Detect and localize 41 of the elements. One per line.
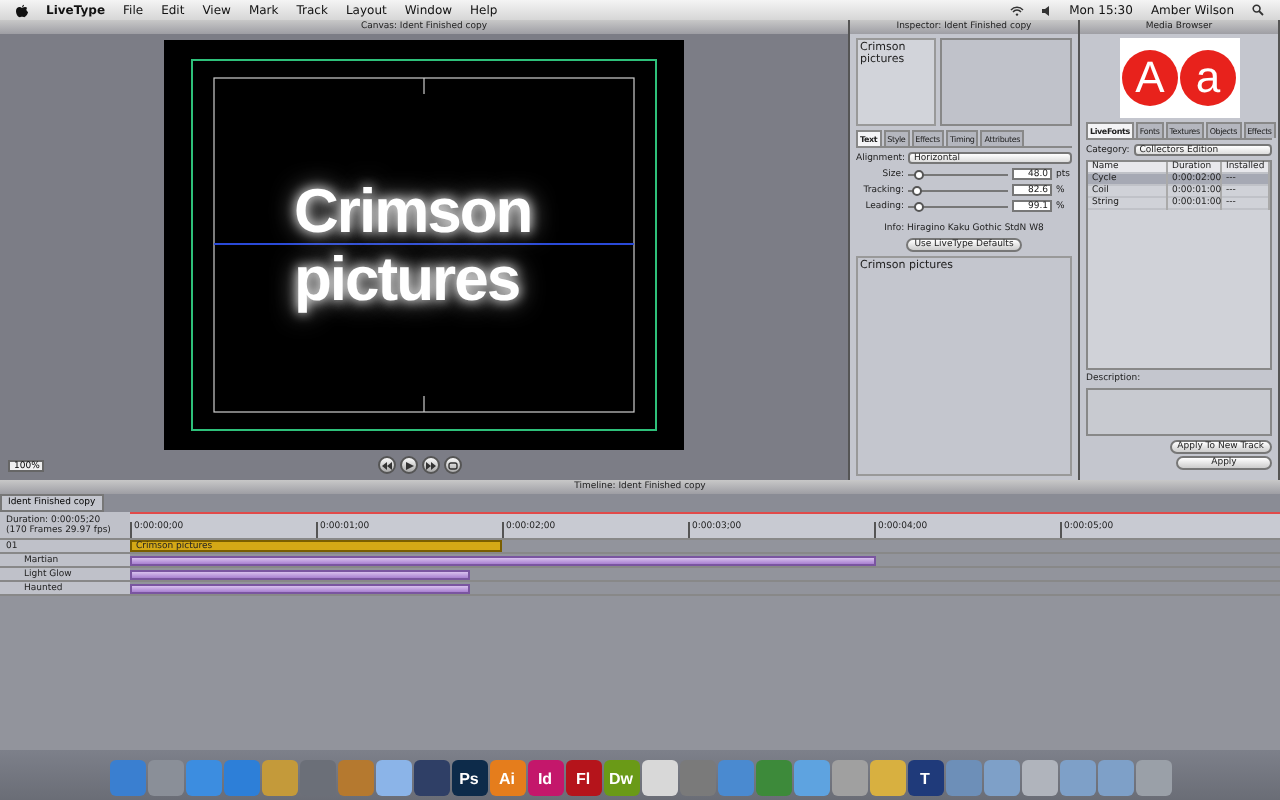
app-icon[interactable]: [717, 760, 753, 796]
app-icon[interactable]: T: [907, 760, 943, 796]
app-icon[interactable]: [1059, 760, 1095, 796]
app-icon[interactable]: Id: [527, 760, 563, 796]
rewind-button[interactable]: [378, 456, 396, 474]
app-icon[interactable]: [1021, 760, 1057, 796]
fast-forward-icon: [426, 461, 436, 469]
loop-icon: [448, 461, 458, 469]
app-icon[interactable]: [793, 760, 829, 796]
app-icon[interactable]: [261, 760, 297, 796]
app-icon[interactable]: [147, 760, 183, 796]
app-icon[interactable]: [413, 760, 449, 796]
loop-button[interactable]: [444, 456, 462, 474]
forward-button[interactable]: [422, 456, 440, 474]
app-icon[interactable]: [945, 760, 981, 796]
logo-letter: a: [1180, 50, 1236, 106]
speaker-icon[interactable]: [1041, 5, 1052, 15]
play-button[interactable]: [400, 456, 418, 474]
app-icon[interactable]: Fl: [565, 760, 601, 796]
apple-icon[interactable]: [16, 3, 28, 17]
effect-bar[interactable]: [130, 555, 876, 565]
slider-thumb[interactable]: [913, 169, 923, 179]
search-icon[interactable]: [1252, 4, 1264, 16]
app-icon[interactable]: [185, 760, 221, 796]
wifi-icon[interactable]: [1009, 5, 1024, 15]
effect-bar[interactable]: [130, 583, 470, 593]
logo-letter: A: [1122, 50, 1178, 106]
app-icon[interactable]: [1135, 760, 1171, 796]
app-icon[interactable]: [869, 760, 905, 796]
slider-thumb[interactable]: [911, 185, 921, 195]
effect-bar[interactable]: [130, 569, 470, 579]
play-icon: [405, 461, 413, 469]
preview-area: [940, 38, 1072, 126]
app-icon[interactable]: [375, 760, 411, 796]
app-icon[interactable]: [983, 760, 1019, 796]
slider-thumb[interactable]: [914, 201, 924, 211]
app-icon[interactable]: [1097, 760, 1133, 796]
app-icon[interactable]: [831, 760, 867, 796]
app-icon[interactable]: [641, 760, 677, 796]
app-icon[interactable]: Ps: [451, 760, 487, 796]
rewind-icon: [382, 461, 392, 469]
